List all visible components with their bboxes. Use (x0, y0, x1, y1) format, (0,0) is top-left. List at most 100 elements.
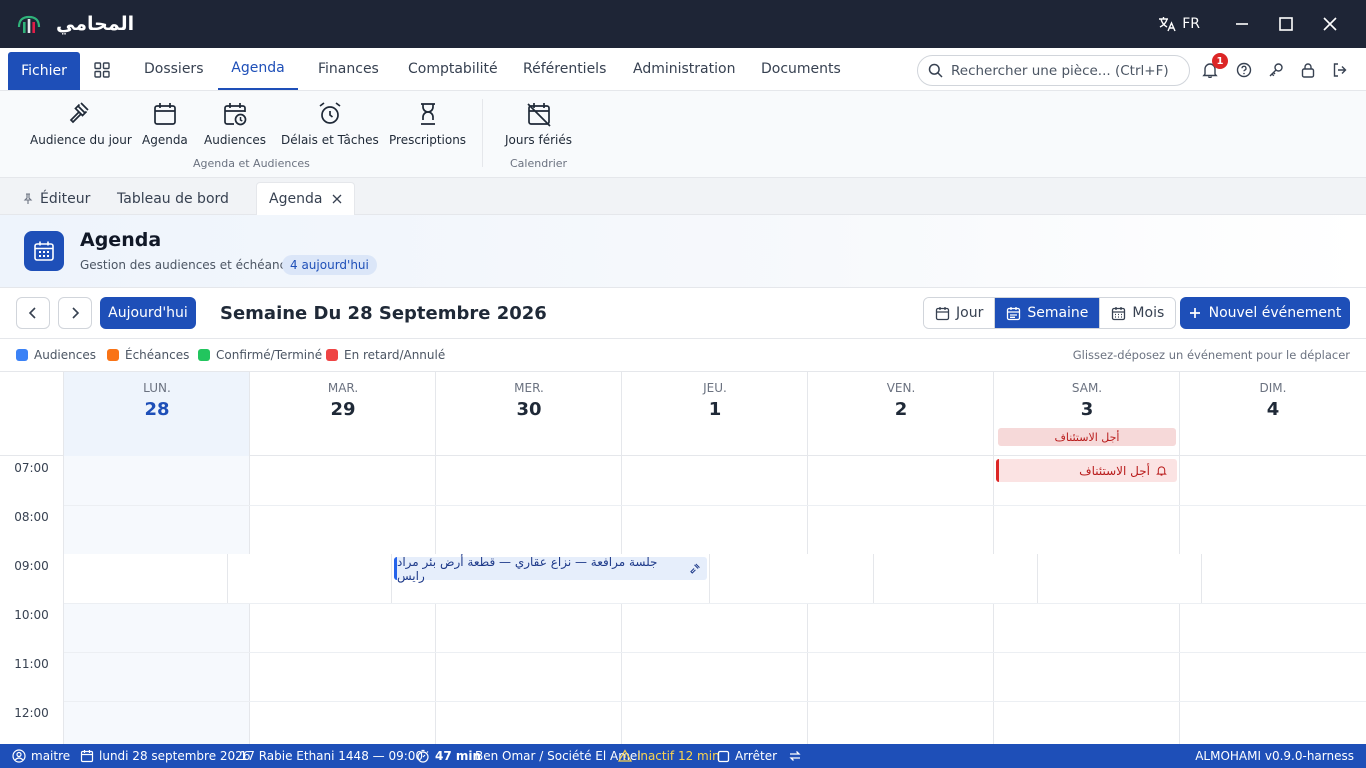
next-week-button[interactable] (58, 297, 92, 329)
tab-editeur[interactable]: Éditeur (22, 182, 90, 215)
view-month-button[interactable]: Mois (1099, 298, 1176, 328)
app-version: ALMOHAMI v0.9.0-harness (1195, 749, 1354, 763)
calendar-grid: 07:00 08:00 09:00 10:00 11:00 12:00 أجل … (0, 456, 1366, 744)
ribbon-delais-taches[interactable]: Délais et Tâches (281, 101, 379, 147)
tab-agenda-label: Agenda (269, 191, 323, 207)
deadline-event[interactable]: أجل الاستئناف (996, 459, 1177, 482)
day-header-sun[interactable]: DIM. 4 (1179, 372, 1366, 456)
notification-badge: 1 (1212, 53, 1228, 69)
day-header-mon[interactable]: LUN. 28 (63, 372, 250, 456)
maximize-button[interactable] (1264, 0, 1308, 48)
grid-line (709, 554, 710, 603)
view-switcher: Jour Semaine Mois (923, 297, 1177, 329)
close-button[interactable] (1308, 0, 1352, 48)
day-header-tue[interactable]: MAR. 29 (249, 372, 436, 456)
menu-dossiers[interactable]: Dossiers (144, 48, 204, 90)
menu-referentiels[interactable]: Référentiels (523, 48, 606, 90)
view-day-button[interactable]: Jour (924, 298, 995, 328)
apps-grid-icon[interactable] (94, 62, 110, 78)
event-title: جلسة مرافعة — نزاع عقاري — قطعة أرض بئر … (397, 554, 658, 583)
menu-finances[interactable]: Finances (318, 48, 379, 90)
translate-icon (1159, 17, 1176, 32)
status-user-label: maitre (31, 749, 71, 763)
new-event-button[interactable]: Nouvel événement (1180, 297, 1350, 329)
ribbon-label: Délais et Tâches (281, 133, 379, 147)
gavel-icon (690, 563, 700, 574)
ribbon-label: Agenda (142, 133, 188, 147)
today-count-badge: 4 aujourd'hui (282, 255, 377, 275)
allday-event[interactable]: أجل الاستئناف (998, 428, 1176, 446)
language-label: FR (1182, 16, 1200, 32)
day-header-wed[interactable]: MER. 30 (435, 372, 622, 456)
view-day-label: Jour (956, 305, 984, 321)
menu-agenda[interactable]: Agenda (218, 48, 298, 90)
day-number: 4 (1266, 399, 1280, 420)
ribbon-label: Prescriptions (389, 133, 467, 147)
search-input[interactable] (951, 62, 1181, 79)
time-label: 07:00 (14, 461, 49, 475)
help-icon[interactable] (1236, 62, 1252, 78)
chevron-right-icon (72, 307, 80, 319)
day-number: 29 (330, 399, 356, 420)
calendar-month-icon (1112, 306, 1126, 320)
today-button[interactable]: Aujourd'hui (100, 297, 196, 329)
ribbon-label: Jours fériés (505, 133, 572, 147)
hour-row-0900[interactable] (64, 554, 1366, 603)
day-number: 30 (516, 399, 542, 420)
calendar-legend: Audiences Échéances Confirmé/Terminé En … (0, 339, 1366, 372)
ribbon-label: Audience du jour (30, 133, 132, 147)
previous-week-button[interactable] (16, 297, 50, 329)
grid-line (391, 554, 392, 603)
ribbon-audience-du-jour[interactable]: Audience du jour (30, 101, 132, 147)
document-tabs: Éditeur Tableau de bord Agenda (0, 178, 1366, 215)
week-title: Semaine Du 28 Septembre 2026 (220, 303, 547, 324)
ribbon-prescriptions[interactable]: Prescriptions (389, 101, 466, 147)
day-header-fri[interactable]: VEN. 2 (807, 372, 994, 456)
legend-label: Audiences (34, 348, 96, 362)
tab-agenda[interactable]: Agenda (256, 182, 356, 215)
legend-confirme: Confirmé/Terminé (198, 348, 322, 362)
chevron-left-icon (28, 307, 36, 319)
fichier-button[interactable]: Fichier (8, 52, 80, 90)
legend-retard: En retard/Annulé (326, 348, 445, 362)
stop-timer-button[interactable]: Arrêter (717, 744, 777, 768)
lock-icon[interactable] (1300, 62, 1316, 78)
legend-swatch (107, 349, 119, 361)
grid-line (64, 652, 1366, 653)
calendar-icon (154, 103, 176, 125)
day-header-thu[interactable]: JEU. 1 (621, 372, 808, 456)
ribbon-agenda[interactable]: Agenda (142, 101, 188, 147)
key-icon[interactable] (1268, 62, 1284, 78)
bell-icon (1156, 466, 1167, 476)
minimize-button[interactable] (1220, 0, 1264, 48)
drag-hint: Glissez-déposez un événement pour le dép… (1072, 348, 1350, 362)
ribbon-audiences[interactable]: Audiences (204, 101, 266, 147)
tab-editeur-label: Éditeur (40, 190, 91, 207)
menu-documents[interactable]: Documents (761, 48, 841, 90)
legend-audiences: Audiences (16, 348, 96, 362)
logout-icon[interactable] (1332, 62, 1348, 78)
day-name: MER. (514, 381, 544, 395)
view-week-button[interactable]: Semaine (994, 298, 1100, 328)
status-hijri: · 17 Rabie Ethani 1448 — 09:00 (232, 749, 424, 763)
close-tab-icon[interactable] (332, 194, 342, 204)
status-inactive-label: inactif 12 min (637, 749, 720, 763)
language-switch[interactable]: FR (1158, 16, 1200, 32)
status-timer[interactable]: 47 min (416, 744, 481, 768)
ribbon-jours-feries[interactable]: Jours fériés (505, 101, 572, 147)
menu-administration[interactable]: Administration (633, 48, 735, 90)
view-week-label: Semaine (1027, 305, 1089, 321)
status-user[interactable]: maitre (12, 744, 70, 768)
grid-line (1201, 554, 1202, 603)
hearing-event[interactable]: جلسة مرافعة — نزاع عقاري — قطعة أرض بئر … (394, 554, 707, 583)
day-header-sat[interactable]: SAM. 3 أجل الاستئناف (993, 372, 1180, 456)
day-number: 28 (144, 399, 170, 420)
maximize-icon (1279, 17, 1293, 31)
tab-tableau-de-bord[interactable]: Tableau de bord (117, 182, 229, 215)
time-label: 12:00 (14, 706, 49, 720)
switch-icon[interactable] (788, 744, 807, 768)
grid-line (1037, 554, 1038, 603)
grid-line (873, 554, 874, 603)
menu-comptabilite[interactable]: Comptabilité (408, 48, 498, 90)
app-logo: المحامي (16, 13, 134, 35)
